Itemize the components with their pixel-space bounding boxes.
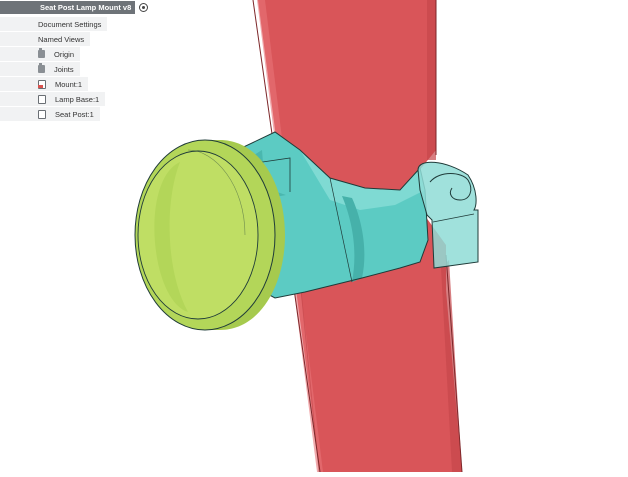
browser-item-label: Named Views [38,34,85,44]
browser-item-origin[interactable]: Origin [0,47,81,61]
browser-item-seat-post[interactable]: Seat Post:1 [0,107,100,121]
component-active-icon [38,79,46,89]
folder-icon [38,48,45,58]
browser-item-label: Seat Post:1 [55,109,94,119]
browser-root-row[interactable]: Seat Post Lamp Mount v8 [0,0,160,14]
browser-item-label: Joints [54,64,74,74]
browser-item-label: Origin [54,49,75,59]
browser-item-mount[interactable]: Mount:1 [0,77,89,91]
document-name[interactable]: Seat Post Lamp Mount v8 [0,0,136,14]
browser-item-label: Mount:1 [55,79,83,89]
lamp-base-ring[interactable] [134,139,285,331]
browser-item-label: Lamp Base:1 [55,94,100,104]
browser-item-label: Document Settings [38,19,102,29]
browser-item-named-views[interactable]: Named Views [0,32,91,46]
browser-item-document-settings[interactable]: Document Settings [0,17,108,31]
component-icon [38,109,46,119]
browser-item-lamp-base[interactable]: Lamp Base:1 [0,92,106,106]
activate-radio-icon[interactable] [139,2,149,12]
browser-item-joints[interactable]: Joints [0,62,80,76]
folder-icon [38,63,45,73]
component-icon [38,94,46,104]
browser-panel: Seat Post Lamp Mount v8 Document Setting… [0,0,160,125]
